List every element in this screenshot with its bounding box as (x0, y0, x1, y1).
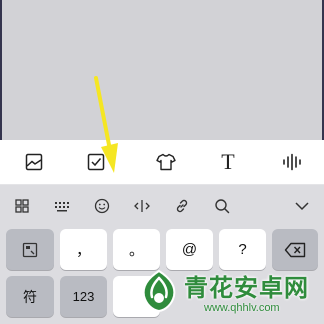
watermark-url: www.qhhlv.com (204, 302, 280, 314)
watermark-title: 青花安卓网 (184, 274, 309, 302)
watermark: 青花安卓网 www.qhhlv.com (132, 264, 320, 324)
watermark-logo-icon (142, 269, 176, 313)
